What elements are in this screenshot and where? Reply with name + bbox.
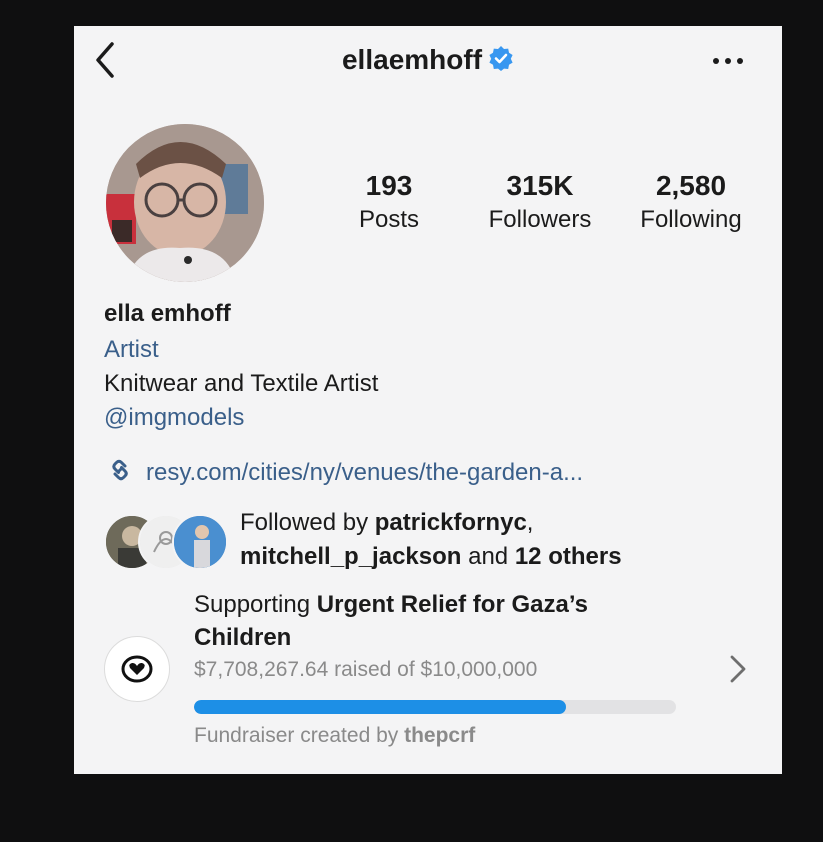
fundraiser-title[interactable]: Supporting Urgent Relief for Gaza’s Chil… [194, 588, 674, 654]
fundraiser-supporting-label: Supporting [194, 591, 317, 618]
stat-label: Posts [358, 206, 420, 233]
stat-label: Following [640, 206, 742, 233]
external-link-text: resy.com/cities/ny/venues/the-garden-a..… [146, 458, 584, 486]
stat-value: 315K [506, 170, 574, 201]
profile-header-title: ellaemhoff [74, 44, 782, 78]
more-horizontal-icon [713, 58, 743, 64]
followed-by-prefix: Followed by [240, 509, 375, 536]
stat-value: 2,580 [655, 170, 727, 201]
fundraiser-open-button[interactable] [726, 654, 750, 684]
followed-by-conjunction: and [461, 543, 515, 570]
followed-by-text[interactable]: Followed by patrickfornyc, mitchell_p_ja… [240, 506, 760, 574]
more-options-button[interactable] [708, 46, 748, 76]
fundraiser-progress-fill [194, 700, 566, 714]
fundraiser-heart-icon [121, 655, 153, 683]
stat-followers[interactable]: 315K Followers [474, 170, 606, 236]
fundraiser-button[interactable] [104, 636, 170, 702]
link-icon [104, 454, 136, 493]
profile-panel: ellaemhoff 193 Posts 315K Followers 2,58… [74, 26, 782, 774]
followed-by-user: patrickfornyc [374, 509, 527, 536]
verified-badge-icon [488, 45, 514, 78]
fundraiser-creator-name: thepcrf [404, 724, 476, 747]
stat-value: 193 [365, 170, 413, 201]
display-name: ella emhoff [104, 300, 231, 327]
bio-text: Knitwear and Textile Artist [104, 370, 379, 397]
stat-label: Followers [488, 206, 592, 233]
followed-by-separator: , [526, 509, 534, 536]
chevron-right-icon [730, 655, 746, 683]
profile-category: Artist [104, 336, 159, 363]
profile-avatar[interactable] [106, 124, 264, 282]
stat-following[interactable]: 2,580 Following [628, 170, 754, 236]
fundraiser-creator[interactable]: Fundraiser created by thepcrf [194, 724, 475, 748]
profile-photo [106, 124, 264, 282]
stat-posts[interactable]: 193 Posts [344, 170, 434, 236]
fundraiser-progress-bar [194, 700, 676, 714]
followed-by-user: mitchell_p_jackson [240, 543, 462, 570]
fundraiser-raised-amount: $7,708,267.64 raised of $10,000,000 [194, 658, 538, 681]
followed-by-others: 12 others [514, 543, 622, 570]
bio-mention-link[interactable]: @imgmodels [104, 404, 244, 432]
username: ellaemhoff [341, 44, 483, 75]
fundraiser-creator-prefix: Fundraiser created by [194, 724, 405, 747]
external-link[interactable]: resy.com/cities/ny/venues/the-garden-a..… [104, 454, 583, 493]
mutual-follower-avatar [172, 514, 228, 570]
mutual-followers-avatars[interactable] [104, 514, 228, 570]
